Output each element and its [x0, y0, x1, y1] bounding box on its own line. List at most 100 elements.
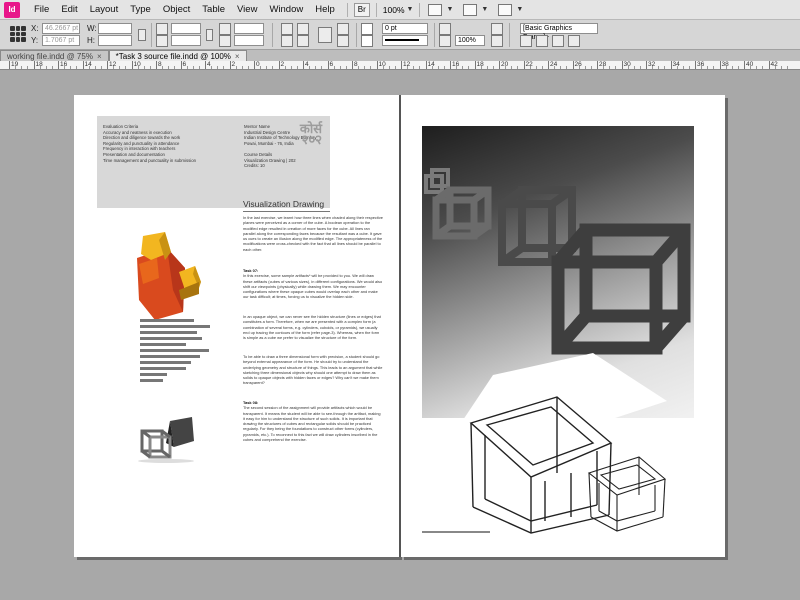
redacted-bar: [140, 367, 186, 370]
menu-window[interactable]: Window: [263, 4, 309, 15]
scale-x-field[interactable]: [171, 23, 201, 34]
ruler-minor-tick: [64, 66, 66, 69]
tab-working-file[interactable]: working file.indd @ 75% ×: [0, 50, 109, 61]
fill-swatch-icon[interactable]: [361, 23, 373, 35]
ruler-tick: [352, 61, 353, 69]
view-options-icon[interactable]: [428, 3, 443, 16]
control-panel: X: 46.2667 pt Y: 1.7067 pt W: H: 0 pt 10…: [0, 20, 800, 50]
ruler-minor-tick: [480, 66, 482, 69]
title-divider: [243, 211, 330, 212]
evaluation-criteria-text: Evaluation Criteria Accuracy and neatnes…: [103, 124, 196, 163]
separator: [272, 23, 273, 47]
rotate-field[interactable]: [234, 23, 264, 34]
constrain-scale-icon[interactable]: [206, 29, 213, 41]
stroke-weight-field[interactable]: 0 pt: [382, 23, 428, 34]
ruler-label: 6: [329, 61, 334, 68]
ruler-minor-tick: [192, 66, 194, 69]
scale-x-icon[interactable]: [156, 23, 168, 35]
w-field[interactable]: [98, 23, 132, 34]
ruler-minor-tick: [431, 66, 433, 69]
zoom-level[interactable]: 100%: [383, 5, 405, 15]
ruler-minor-tick: [541, 66, 543, 69]
colored-cubes-illustration[interactable]: [129, 230, 219, 322]
y-label: Y:: [31, 36, 39, 45]
left-page[interactable]: Evaluation Criteria Accuracy and neatnes…: [74, 95, 399, 557]
redacted-bar: [140, 343, 186, 346]
indesign-app-icon[interactable]: Id: [4, 1, 20, 18]
scale-y-icon[interactable]: [156, 35, 168, 47]
menu-type[interactable]: Type: [124, 4, 157, 15]
selection-container-icon[interactable]: [318, 27, 332, 43]
shear-field[interactable]: [234, 35, 264, 46]
menu-file[interactable]: File: [28, 4, 55, 15]
ruler-minor-tick: [750, 66, 752, 69]
ruler-minor-tick: [529, 66, 531, 69]
rotate-ccw-icon[interactable]: [297, 23, 309, 35]
ruler-minor-tick: [27, 66, 29, 69]
ruler-minor-tick: [554, 66, 556, 69]
ruler-minor-tick: [364, 66, 366, 69]
ruler-minor-tick: [113, 66, 115, 69]
object-style-dropdown[interactable]: [Basic Graphics Frame]+: [520, 23, 598, 41]
opacity-icon[interactable]: [439, 35, 451, 47]
pasteboard[interactable]: Evaluation Criteria Accuracy and neatnes…: [0, 71, 800, 600]
ruler-minor-tick: [296, 66, 298, 69]
cube-sketch-illustration[interactable]: [461, 345, 701, 535]
bridge-button[interactable]: Br: [353, 2, 370, 17]
ruler-minor-tick: [394, 66, 396, 69]
select-next-icon[interactable]: [337, 23, 349, 35]
close-icon[interactable]: ×: [235, 52, 240, 61]
y-field[interactable]: 1.7067 pt: [42, 35, 80, 46]
flip-horizontal-icon[interactable]: [281, 35, 293, 47]
rotate-icon[interactable]: [219, 23, 231, 35]
arrange-dropdown-icon[interactable]: ▼: [516, 6, 523, 13]
view-options-dropdown-icon[interactable]: ▼: [446, 6, 453, 13]
stroke-swatch-icon[interactable]: [361, 35, 373, 47]
constrain-proportions-icon[interactable]: [138, 29, 146, 41]
flip-vertical-icon[interactable]: [297, 35, 309, 47]
tab-task3-source[interactable]: *Task 3 source file.indd @ 100% ×: [108, 50, 247, 61]
menu-table[interactable]: Table: [196, 4, 231, 15]
h-label: H:: [87, 36, 95, 45]
opacity-field[interactable]: 100%: [455, 35, 485, 46]
right-page[interactable]: [401, 95, 725, 557]
menu-object[interactable]: Object: [157, 4, 196, 15]
ruler-minor-tick: [119, 66, 121, 69]
ruler-minor-tick: [462, 66, 464, 69]
arrange-documents-icon[interactable]: [498, 3, 513, 16]
ruler-minor-tick: [584, 66, 586, 69]
horizontal-ruler[interactable]: 19 18 16 14 12 10 8 6 4 2 0 2 4 6 8 10 12 14 16 18 20 22 24 26 2…: [0, 61, 800, 70]
ruler-tick: [180, 61, 182, 69]
menu-layout[interactable]: Layout: [84, 4, 125, 15]
evaluation-header-box: Evaluation Criteria Accuracy and neatnes…: [97, 116, 330, 208]
fitting-content-icon[interactable]: [552, 35, 564, 47]
ruler-tick: [597, 61, 598, 69]
ruler-tick: [401, 61, 402, 69]
rotate-cw-icon[interactable]: [281, 23, 293, 35]
x-field[interactable]: 46.2667 pt: [42, 23, 80, 34]
ruler-minor-tick: [468, 66, 470, 69]
small-cubes-illustration[interactable]: [136, 415, 208, 465]
screen-mode-dropdown-icon[interactable]: ▼: [481, 6, 488, 13]
reference-point-icon[interactable]: [10, 26, 26, 42]
zoom-dropdown-icon[interactable]: ▼: [407, 6, 414, 13]
screen-mode-icon[interactable]: [463, 3, 478, 16]
fitting-fill-icon[interactable]: [520, 35, 532, 47]
drop-shadow-icon[interactable]: [491, 23, 503, 35]
fitting-center-icon[interactable]: [568, 35, 580, 47]
select-previous-icon[interactable]: [337, 35, 349, 47]
effects-icon[interactable]: [439, 23, 451, 35]
menu-help[interactable]: Help: [309, 4, 341, 15]
h-field[interactable]: [98, 35, 132, 46]
menu-view[interactable]: View: [231, 4, 263, 15]
fx-icon[interactable]: [491, 35, 503, 47]
fitting-frame-icon[interactable]: [536, 35, 548, 47]
ruler-tick: [33, 61, 35, 69]
scale-y-field[interactable]: [171, 35, 201, 46]
ruler-minor-tick: [701, 66, 703, 69]
menu-edit[interactable]: Edit: [55, 4, 83, 15]
close-icon[interactable]: ×: [97, 52, 102, 61]
ruler-minor-tick: [578, 66, 580, 69]
stroke-type-field[interactable]: [382, 35, 428, 46]
shear-icon[interactable]: [219, 35, 231, 47]
